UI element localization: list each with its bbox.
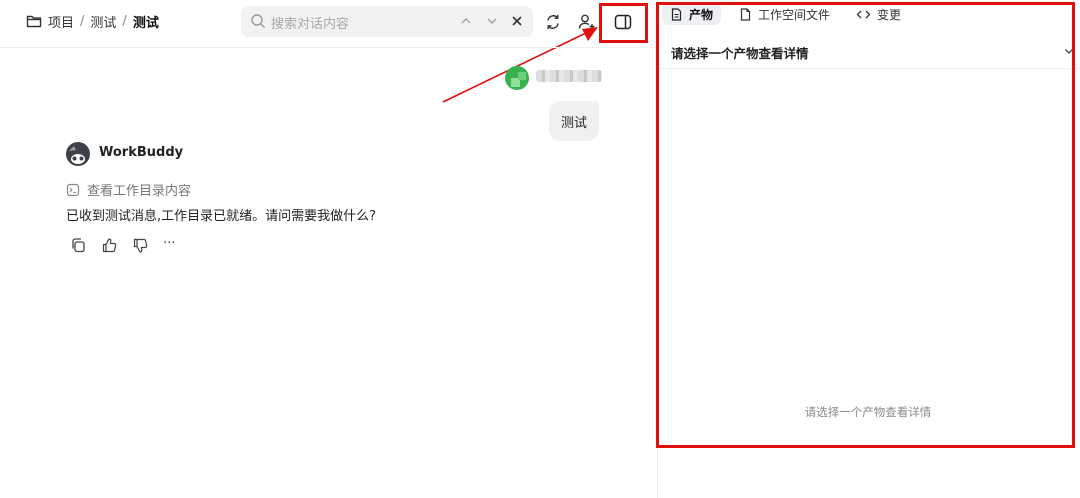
annotation-arrow xyxy=(442,27,598,103)
breadcrumb-separator: / xyxy=(122,13,127,29)
thumbs-down-icon[interactable] xyxy=(132,237,149,254)
thumbs-up-icon[interactable] xyxy=(101,237,118,254)
toggle-panel-icon[interactable] xyxy=(613,12,633,32)
copy-icon[interactable] xyxy=(70,237,87,254)
terminal-icon xyxy=(66,183,80,197)
bot-name: WorkBuddy xyxy=(99,145,184,160)
search-input[interactable]: 搜索对话内容 xyxy=(271,13,349,32)
tool-step[interactable]: 查看工作目录内容 xyxy=(66,180,191,199)
user-avatar xyxy=(505,66,529,90)
folder-icon xyxy=(26,13,42,29)
highlight-box xyxy=(656,2,1075,448)
bot-avatar xyxy=(66,142,90,166)
breadcrumb-mid[interactable]: 测试 xyxy=(90,12,116,31)
bot-reply: 已收到测试消息,工作目录已就绪。请问需要我做什么? xyxy=(66,209,377,224)
user-name-blurred xyxy=(536,70,602,82)
breadcrumb: 项目 / 测试 / 测试 xyxy=(26,11,159,31)
breadcrumb-root[interactable]: 项目 xyxy=(48,12,74,31)
message-actions: ··· xyxy=(70,237,180,254)
search-icon xyxy=(250,13,266,29)
user-message-bubble: 测试 xyxy=(549,101,599,141)
header-divider xyxy=(0,47,655,48)
breadcrumb-current: 测试 xyxy=(132,15,159,31)
breadcrumb-separator: / xyxy=(80,13,85,29)
tool-step-label: 查看工作目录内容 xyxy=(87,184,192,199)
more-icon[interactable]: ··· xyxy=(163,237,180,254)
